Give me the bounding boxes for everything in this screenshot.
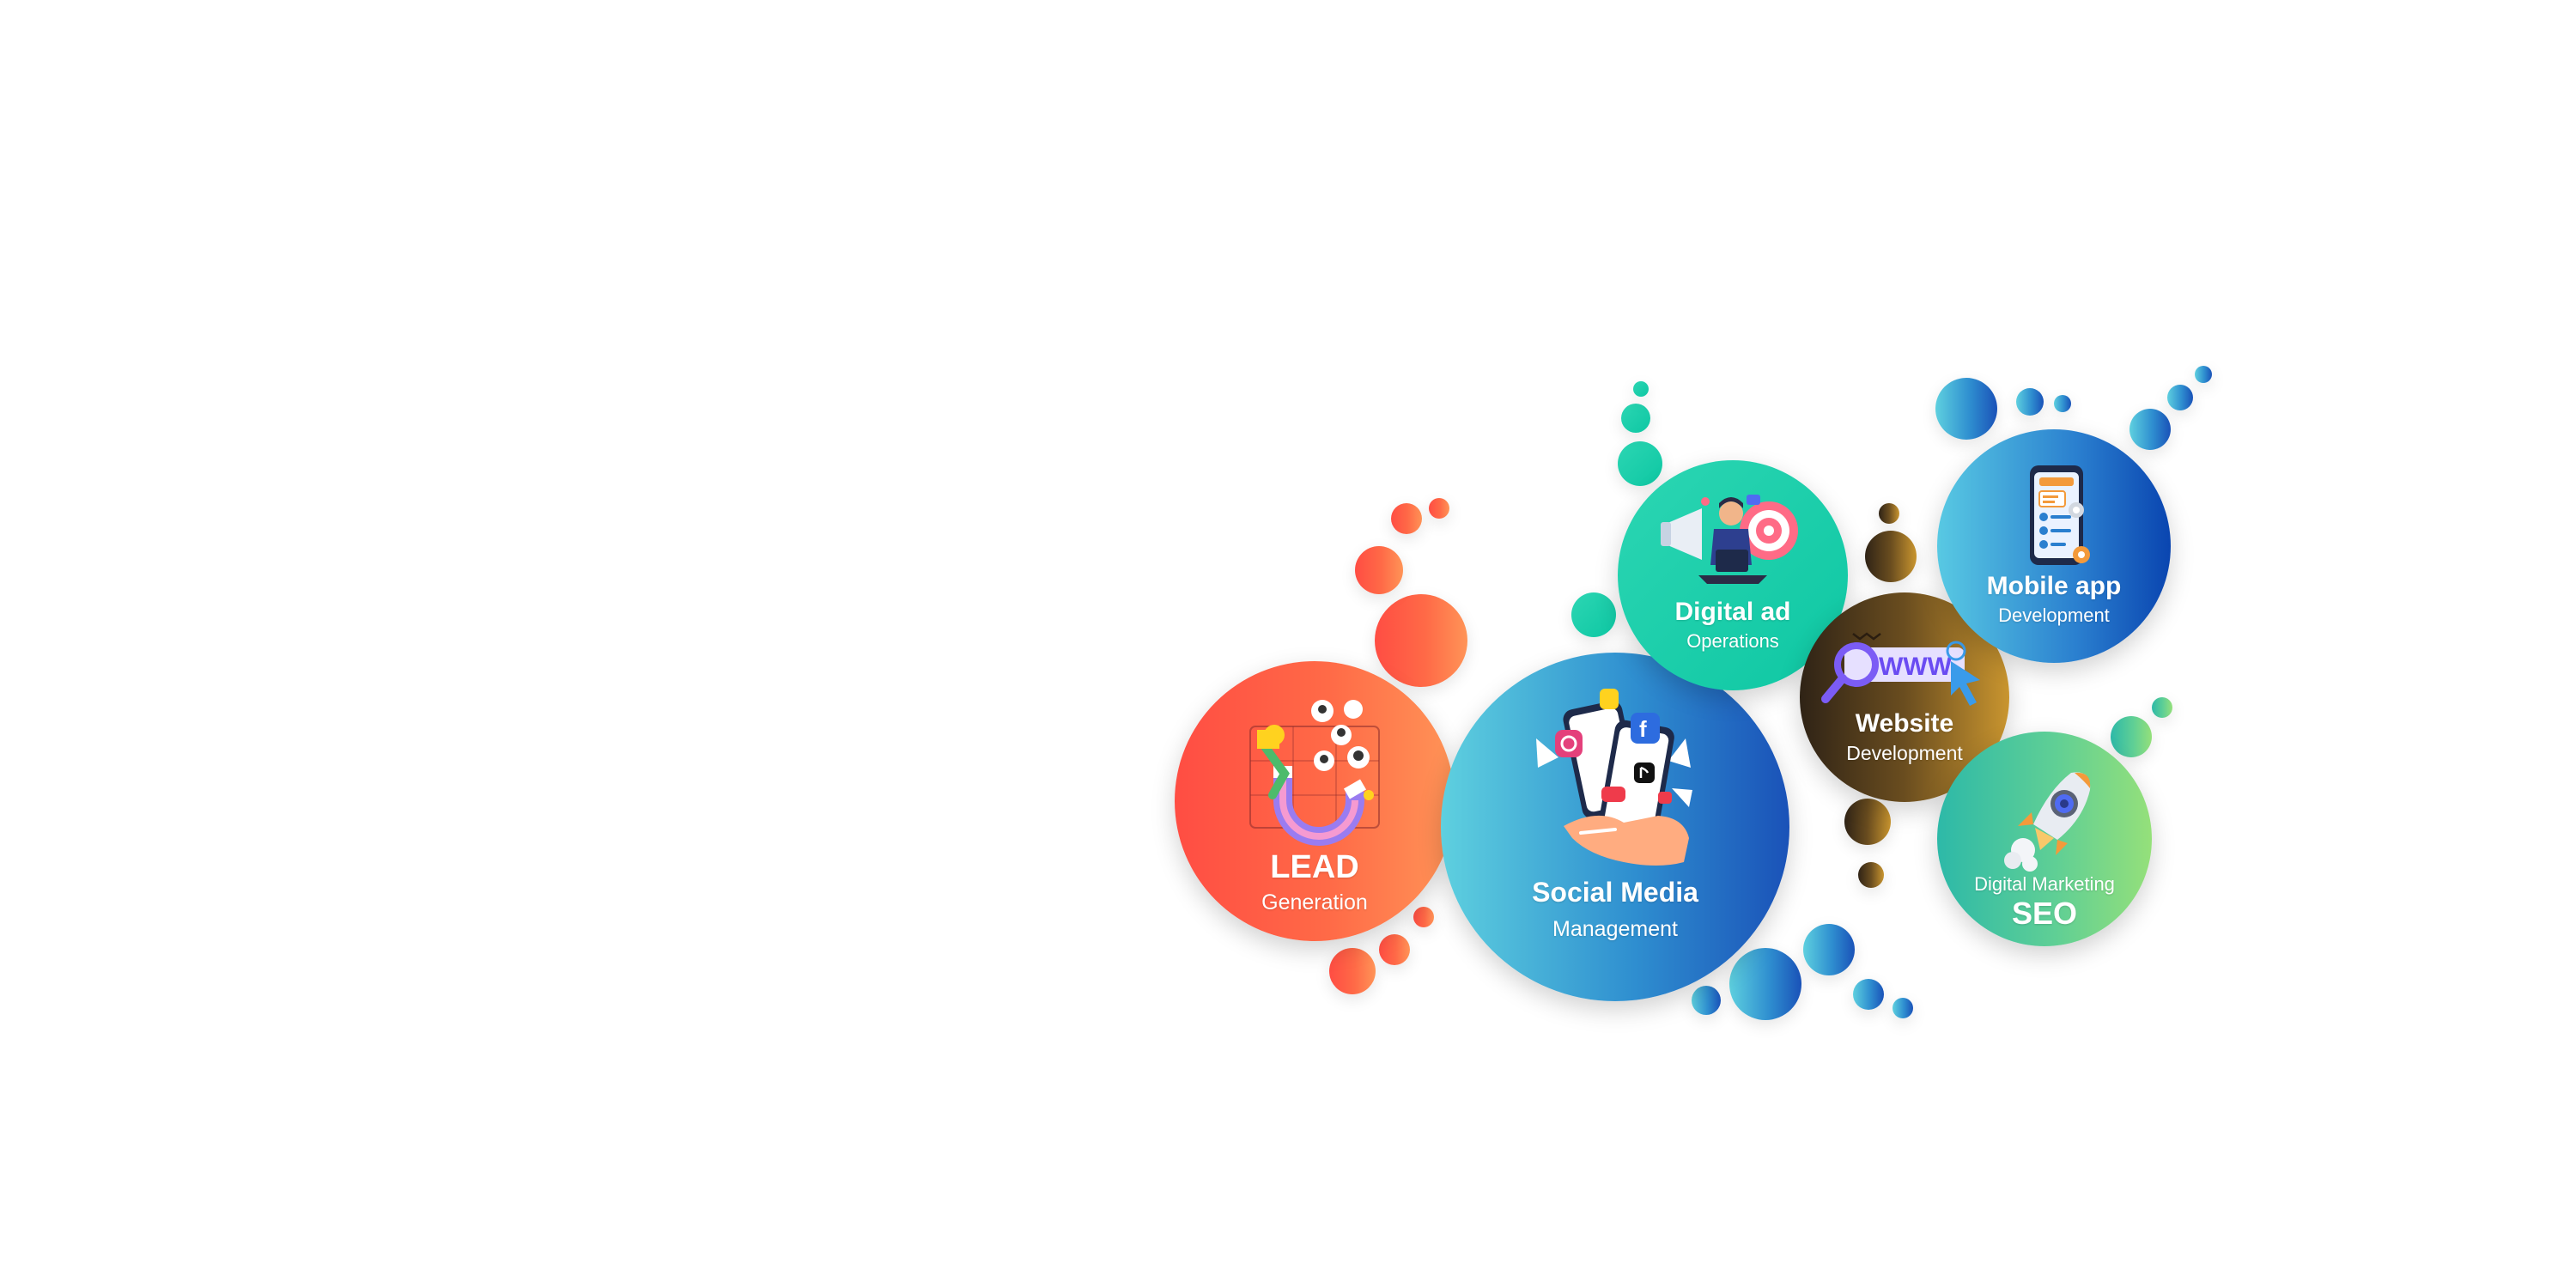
decor-bubble-brown: [1865, 531, 1917, 582]
decor-bubble-red: [1429, 498, 1449, 519]
decor-bubble-green: [2111, 716, 2152, 757]
decor-bubble-red: [1375, 594, 1467, 687]
decor-bubble-red: [1379, 934, 1410, 965]
decor-bubble-red: [1413, 907, 1434, 927]
decor-bubble-teal: [1621, 404, 1650, 433]
www-search-icon: WWW: [1819, 630, 1990, 708]
decor-bubble-red: [1391, 503, 1422, 534]
service-lead-generation[interactable]: LEAD Generation: [1175, 661, 1455, 941]
decor-bubble-blue: [2167, 385, 2193, 410]
decor-bubble-blue: [1729, 948, 1801, 1020]
social-subtitle: Management: [1552, 917, 1678, 942]
service-mobile-app-development[interactable]: Mobile app Development: [1937, 429, 2171, 663]
decor-bubble-brown: [1879, 503, 1899, 524]
decor-bubble-brown: [1858, 862, 1884, 888]
decor-bubble-red: [1329, 948, 1376, 994]
decor-bubble-blue: [2054, 395, 2071, 412]
decor-bubble-blue: [2195, 366, 2212, 383]
seo-title: SEO: [2011, 896, 2078, 932]
website-subtitle: Development: [1846, 742, 1963, 764]
website-title: Website: [1855, 709, 1954, 738]
decor-bubble-blue: [2016, 388, 2044, 416]
decor-bubble-teal: [1618, 441, 1662, 486]
social-title: Social Media: [1532, 877, 1698, 908]
seo-subtitle: Digital Marketing: [1974, 873, 2115, 895]
lead-title: LEAD: [1270, 849, 1359, 885]
services-bubble-graphic: LEAD Generation f Social Media Managemen…: [0, 0, 2576, 1288]
decor-bubble-blue: [1692, 986, 1721, 1015]
rocket-icon: [1989, 764, 2100, 874]
lead-subtitle: Generation: [1261, 890, 1368, 914]
www-text: WWW: [1879, 653, 1953, 681]
decor-bubble-teal: [1571, 592, 1616, 637]
decor-bubble-blue: [1935, 378, 1997, 440]
mobile-app-icon: [2011, 464, 2097, 570]
decor-bubble-blue: [2129, 409, 2171, 450]
decor-bubble-blue: [1853, 979, 1884, 1010]
service-digital-marketing-seo[interactable]: Digital Marketing SEO: [1937, 732, 2152, 946]
decor-bubble-blue: [1893, 998, 1913, 1018]
svg-text:f: f: [1639, 716, 1647, 742]
decor-bubble-red: [1355, 546, 1403, 594]
smartphone-social-icon: f: [1521, 678, 1710, 876]
decor-bubble-blue: [1803, 924, 1855, 975]
digital-ad-subtitle: Operations: [1686, 630, 1779, 652]
decor-bubble-brown: [1844, 799, 1891, 845]
mobile-title: Mobile app: [1986, 572, 2122, 600]
magnet-icon: [1233, 692, 1396, 847]
mobile-subtitle: Development: [1998, 605, 2110, 626]
service-social-media-management[interactable]: f Social Media Management: [1441, 653, 1789, 1001]
decor-bubble-teal: [1633, 381, 1649, 397]
digital-ad-title: Digital ad: [1674, 598, 1791, 626]
decor-bubble-green: [2152, 697, 2172, 718]
megaphone-target-icon: [1657, 489, 1808, 589]
